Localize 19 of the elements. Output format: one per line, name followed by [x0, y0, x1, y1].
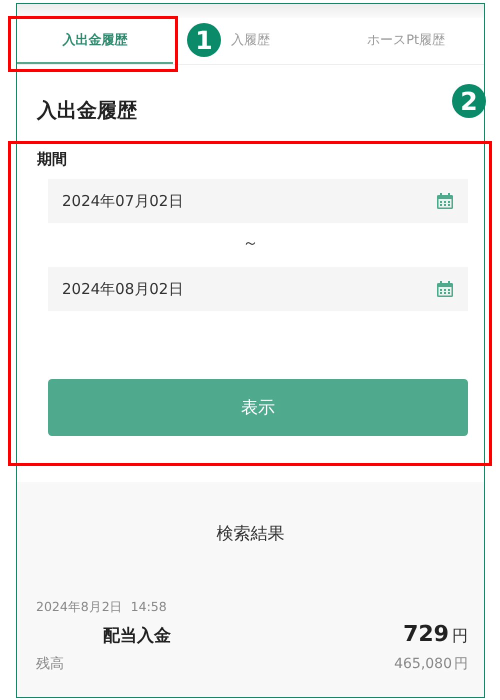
period-label: 期間 — [37, 150, 67, 168]
tab[interactable]: 入出金履歴 — [62, 31, 128, 49]
page-heading: 入出金履歴 — [37, 98, 137, 122]
calendar-icon[interactable] — [436, 192, 454, 210]
currency-unit: 円 — [452, 626, 468, 647]
tab[interactable]: ホースPt履歴 — [367, 31, 446, 49]
date-field[interactable]: 2024年08月02日 — [48, 267, 468, 311]
results-title: 検索結果 — [216, 524, 284, 544]
tab[interactable]: 入履歴 — [231, 31, 270, 49]
show-button[interactable]: 表示 — [48, 379, 468, 436]
entry-datetime: 2024年8月2日 14:58 — [36, 599, 168, 616]
currency-unit: 円 — [454, 655, 468, 673]
entry-type: 配当入金 — [103, 625, 171, 647]
balance-label: 残高 — [36, 655, 64, 673]
range-separator: ～ — [242, 233, 258, 252]
entry-amount: 729 — [403, 622, 449, 647]
calendar-icon[interactable] — [436, 280, 454, 298]
date-field[interactable]: 2024年07月02日 — [48, 179, 468, 223]
balance-amount: 465,080 — [394, 656, 452, 672]
